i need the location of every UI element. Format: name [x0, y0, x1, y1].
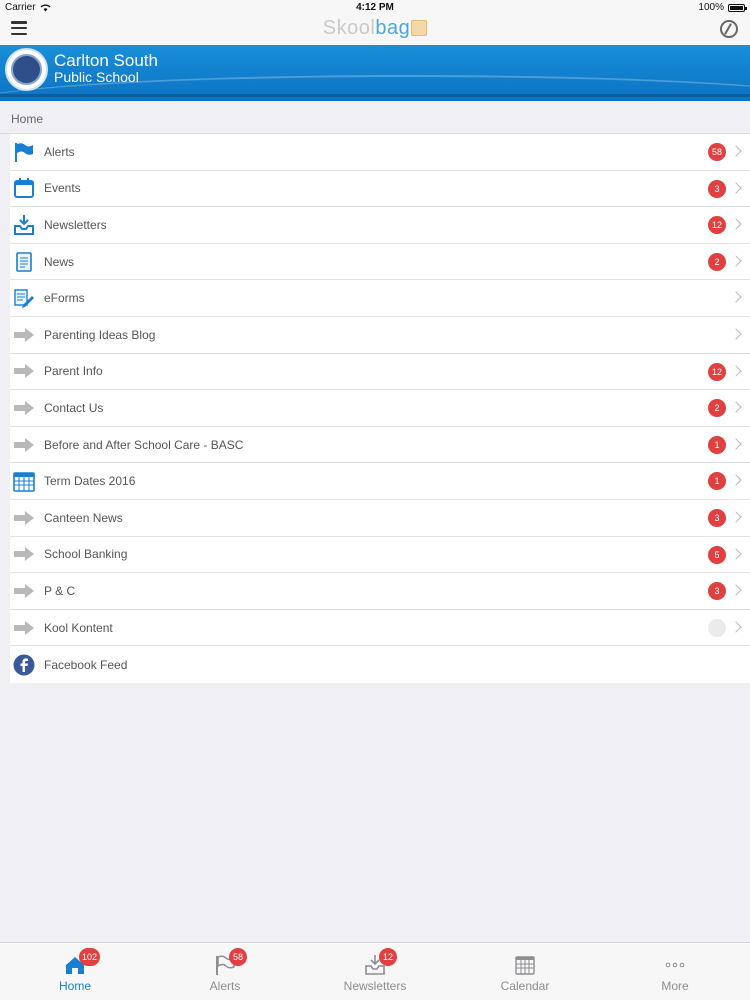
count-badge: 1 [708, 435, 726, 454]
bag-icon [411, 20, 428, 36]
tab-bar: Home 102 Alerts 58 Newsletters 12 Calendar More [0, 942, 750, 1000]
menu-item-label: Canteen News [44, 510, 123, 525]
menu-item-label: Events [44, 181, 81, 196]
menu-item-label: P & C [44, 583, 76, 598]
menu-item-label: Parenting Ideas Blog [44, 327, 156, 342]
school-name-line1: Carlton South [54, 51, 158, 70]
tab-newsletters[interactable]: Newsletters 12 [300, 943, 450, 1000]
menu-item-before-and-after-school-care-basc[interactable]: Before and After School Care - BASC 1 [10, 427, 750, 464]
more-icon [663, 953, 687, 977]
tab-label: Calendar [500, 979, 550, 993]
breadcrumb: Home [0, 101, 750, 134]
count-badge: 3 [708, 179, 726, 198]
calendar-icon [12, 176, 36, 200]
tab-alerts[interactable]: Alerts 58 [150, 943, 300, 1000]
status-bar: Carrier 4:12 PM 100% [0, 0, 750, 16]
count-badge: 12 [708, 362, 726, 381]
menu-item-label: School Banking [44, 547, 128, 562]
count-badge: 2 [708, 252, 726, 271]
count-badge [708, 618, 726, 637]
tab-home[interactable]: Home 102 [0, 943, 150, 1000]
tab-label: Home [58, 979, 91, 993]
battery-percent: 100% [698, 2, 724, 13]
nav-bar: Skoolbag [0, 16, 750, 45]
menu-item-label: Kool Kontent [44, 620, 113, 635]
school-name-line2: Public School [54, 69, 139, 85]
brand-part1: Skool [322, 17, 376, 39]
arrow-right-icon [12, 579, 36, 603]
brand-part2: bag [375, 17, 411, 39]
tab-label: Alerts [209, 979, 241, 993]
flag-icon [12, 140, 36, 164]
menu-item-parenting-ideas-blog[interactable]: Parenting Ideas Blog [10, 317, 750, 354]
app-logo: Skoolbag [0, 17, 750, 40]
menu-item-parent-info[interactable]: Parent Info 12 [10, 354, 750, 391]
menu-item-term-dates-2016[interactable]: Term Dates 2016 1 [10, 463, 750, 500]
menu-item-news[interactable]: News 2 [10, 244, 750, 281]
menu-item-school-banking[interactable]: School Banking 5 [10, 537, 750, 574]
menu-item-label: Newsletters [44, 217, 107, 232]
battery-icon [728, 3, 747, 12]
status-time: 4:12 PM [356, 2, 394, 13]
menu-item-label: eForms [44, 291, 85, 306]
tab-more[interactable]: More [600, 943, 750, 1000]
tab-label: More [661, 979, 689, 993]
menu-item-label: Before and After School Care - BASC [44, 437, 244, 452]
menu-item-kool-kontent[interactable]: Kool Kontent [10, 610, 750, 647]
count-badge: 5 [708, 545, 726, 564]
menu-item-label: Parent Info [44, 364, 103, 379]
arrow-right-icon [12, 396, 36, 420]
school-banner: Carlton South Public School [0, 45, 750, 101]
menu-item-canteen-news[interactable]: Canteen News 3 [10, 500, 750, 537]
form-edit-icon [12, 286, 36, 310]
facebook-icon [12, 653, 36, 677]
tab-badge: 58 [229, 948, 247, 966]
arrow-right-icon [12, 323, 36, 347]
calendar-grid-icon [513, 953, 537, 977]
arrow-right-icon [12, 359, 36, 383]
school-crest-icon [5, 48, 48, 91]
count-badge: 3 [708, 508, 726, 527]
menu-item-label: Contact Us [44, 400, 104, 415]
menu-item-contact-us[interactable]: Contact Us 2 [10, 390, 750, 427]
arrow-right-icon [12, 506, 36, 530]
tab-calendar[interactable]: Calendar [450, 943, 600, 1000]
home-menu-list: Alerts 58 Events 3 Newsletters 12 News 2 eForms P… [10, 134, 750, 683]
tab-label: Newsletters [343, 979, 407, 993]
battery-info: 100% [698, 2, 747, 13]
inbox-download-icon [12, 213, 36, 237]
menu-item-newsletters[interactable]: Newsletters 12 [10, 207, 750, 244]
menu-item-label: News [44, 254, 75, 269]
menu-item-label: Facebook Feed [44, 657, 128, 672]
menu-item-p-c[interactable]: P & C 3 [10, 573, 750, 610]
menu-item-label: Alerts [44, 144, 75, 159]
tab-badge: 102 [79, 948, 101, 966]
menu-item-label: Term Dates 2016 [44, 474, 136, 489]
menu-item-eforms[interactable]: eForms [10, 280, 750, 317]
arrow-right-icon [12, 616, 36, 640]
menu-item-facebook-feed[interactable]: Facebook Feed [10, 646, 750, 683]
calendar-grid-icon [12, 469, 36, 493]
menu-item-alerts[interactable]: Alerts 58 [10, 134, 750, 171]
sync-icon[interactable] [720, 20, 738, 38]
count-badge: 3 [708, 582, 726, 601]
arrow-right-icon [12, 433, 36, 457]
school-name: Carlton South Public School [54, 51, 158, 85]
count-badge: 58 [708, 143, 726, 161]
arrow-right-icon [12, 542, 36, 566]
menu-item-events[interactable]: Events 3 [10, 171, 750, 208]
tab-badge: 12 [379, 948, 397, 966]
document-icon [12, 250, 36, 274]
